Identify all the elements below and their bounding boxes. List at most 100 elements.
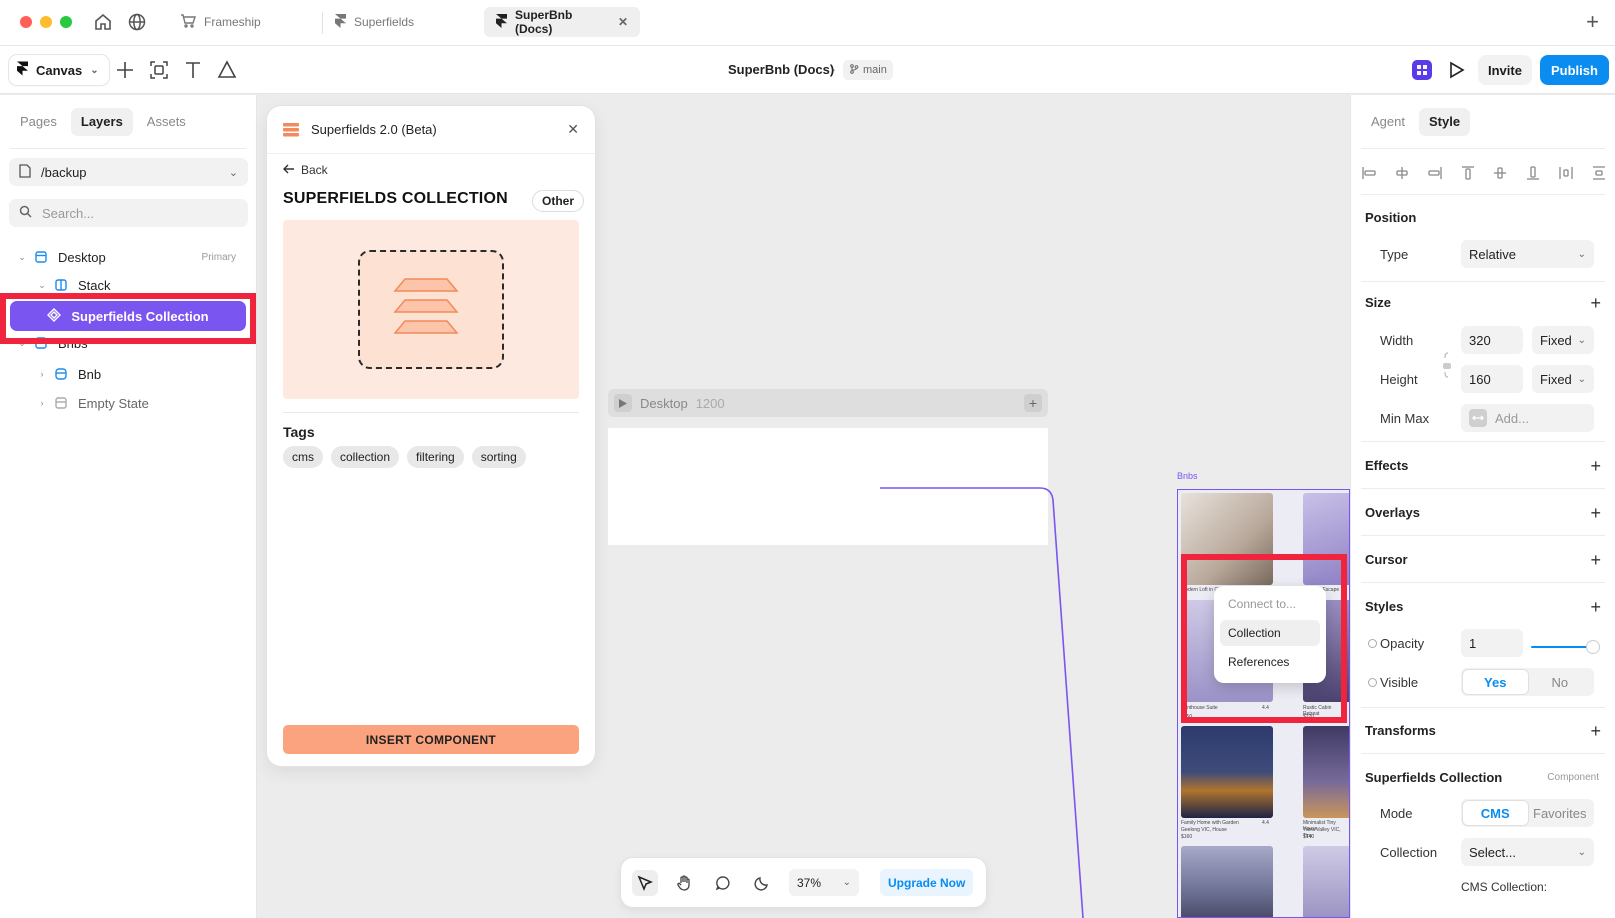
mode-cms[interactable]: CMS bbox=[1463, 801, 1528, 825]
connector-line bbox=[880, 487, 1084, 918]
insert-component-button[interactable]: INSERT COMPONENT bbox=[283, 725, 579, 754]
home-icon[interactable] bbox=[93, 12, 113, 32]
layer-label: Bnb bbox=[78, 366, 102, 382]
distribute-v-icon[interactable] bbox=[1591, 165, 1607, 181]
close-icon[interactable]: ✕ bbox=[567, 121, 579, 138]
new-tab-button[interactable]: + bbox=[1586, 9, 1599, 35]
align-top-icon[interactable] bbox=[1460, 165, 1476, 181]
chevron-right-icon[interactable]: › bbox=[36, 369, 48, 379]
distribute-h-icon[interactable] bbox=[1558, 165, 1574, 181]
listing-image bbox=[1181, 846, 1273, 917]
height-input[interactable]: 160 bbox=[1461, 365, 1523, 393]
tag-chip[interactable]: filtering bbox=[407, 446, 464, 468]
align-center-h-icon[interactable] bbox=[1394, 165, 1410, 181]
plugin-icon[interactable] bbox=[1407, 55, 1437, 85]
add-size-icon[interactable]: + bbox=[1590, 294, 1601, 312]
tag-chip[interactable]: sorting bbox=[471, 446, 526, 468]
window-zoom-button[interactable] bbox=[60, 16, 72, 28]
tab-style[interactable]: Style bbox=[1418, 108, 1471, 136]
minmax-input[interactable]: Add... bbox=[1461, 404, 1594, 432]
opacity-input[interactable]: 1 bbox=[1461, 629, 1523, 657]
layer-desktop[interactable]: ⌄ Desktop Primary bbox=[0, 245, 256, 269]
slider-knob[interactable] bbox=[1587, 641, 1599, 653]
frame-name: Desktop bbox=[640, 395, 688, 411]
close-tab-icon[interactable]: ✕ bbox=[618, 15, 628, 29]
transforms-heading: Transforms bbox=[1365, 723, 1436, 738]
chevron-right-icon[interactable]: › bbox=[36, 398, 48, 408]
layer-empty-state[interactable]: › Empty State bbox=[0, 391, 256, 415]
globe-icon[interactable] bbox=[127, 12, 147, 32]
shape-tool-icon[interactable] bbox=[216, 59, 238, 81]
insert-plus-icon[interactable] bbox=[114, 59, 136, 81]
frame-tool-icon[interactable] bbox=[148, 59, 170, 81]
publish-button[interactable]: Publish bbox=[1540, 55, 1609, 85]
hand-tool-icon[interactable] bbox=[671, 870, 697, 896]
text-tool-icon[interactable] bbox=[182, 59, 204, 81]
zoom-select[interactable]: 37% ⌄ bbox=[789, 869, 859, 896]
add-effect-icon[interactable]: + bbox=[1590, 457, 1601, 475]
page-selector[interactable]: /backup ⌄ bbox=[9, 158, 248, 186]
listing-image bbox=[1181, 726, 1273, 818]
add-overlay-icon[interactable]: + bbox=[1590, 504, 1601, 522]
comment-tool-icon[interactable] bbox=[710, 870, 736, 896]
document-title[interactable]: SuperBnb (Docs) bbox=[728, 62, 834, 77]
browser-tab-superbnb-docs[interactable]: SuperBnb (Docs) ✕ bbox=[484, 7, 640, 37]
window-minimize-button[interactable] bbox=[40, 16, 52, 28]
variable-dot-icon[interactable] bbox=[1368, 639, 1377, 648]
collection-select[interactable]: Select... ⌄ bbox=[1461, 838, 1594, 866]
tab-pages[interactable]: Pages bbox=[10, 108, 67, 136]
aspect-lock-icon[interactable] bbox=[1442, 351, 1452, 379]
browser-tab-frameship[interactable]: Frameship bbox=[168, 7, 273, 37]
moon-icon[interactable] bbox=[749, 870, 775, 896]
back-button[interactable]: Back bbox=[283, 163, 328, 177]
visible-no[interactable]: No bbox=[1528, 670, 1593, 694]
invite-button[interactable]: Invite bbox=[1478, 55, 1532, 85]
add-breakpoint-icon[interactable]: + bbox=[1024, 394, 1042, 412]
canvas-mode-button[interactable]: Canvas ⌄ bbox=[9, 55, 109, 85]
component-heading: Superfields Collection bbox=[1365, 770, 1503, 785]
visible-label: Visible bbox=[1380, 675, 1419, 690]
window-close-button[interactable] bbox=[20, 16, 32, 28]
variable-dot-icon[interactable] bbox=[1368, 678, 1377, 687]
overlays-heading: Overlays bbox=[1365, 505, 1420, 520]
select-tool-icon[interactable] bbox=[632, 870, 658, 896]
search-input[interactable] bbox=[42, 205, 222, 221]
width-mode-select[interactable]: Fixed ⌄ bbox=[1532, 326, 1594, 354]
chevron-down-icon[interactable]: ⌄ bbox=[16, 252, 28, 263]
chevron-down-icon[interactable]: ⌄ bbox=[36, 280, 48, 291]
zoom-value: 37% bbox=[797, 875, 822, 890]
category-badge: Other bbox=[532, 190, 585, 212]
desktop-frame-header[interactable]: Desktop 1200 + bbox=[608, 389, 1048, 417]
layer-bnb[interactable]: › Bnb bbox=[0, 362, 256, 386]
align-bottom-icon[interactable] bbox=[1525, 165, 1541, 181]
preview-play-icon[interactable] bbox=[1441, 55, 1471, 85]
visible-yes[interactable]: Yes bbox=[1463, 670, 1528, 694]
tab-label: SuperBnb (Docs) bbox=[515, 8, 573, 36]
chevron-down-icon: ⌄ bbox=[1577, 373, 1586, 385]
cart-icon bbox=[180, 13, 196, 31]
add-cursor-icon[interactable]: + bbox=[1590, 551, 1601, 569]
browser-tab-superfields[interactable]: Superfields bbox=[323, 7, 426, 37]
tag-chip[interactable]: collection bbox=[331, 446, 400, 468]
framer-logo-icon bbox=[496, 13, 507, 31]
align-left-icon[interactable] bbox=[1361, 165, 1377, 181]
tab-agent[interactable]: Agent bbox=[1361, 108, 1415, 136]
tab-assets[interactable]: Assets bbox=[137, 108, 196, 136]
add-style-icon[interactable]: + bbox=[1590, 598, 1601, 616]
position-type-select[interactable]: Relative ⌄ bbox=[1461, 240, 1594, 268]
height-mode-select[interactable]: Fixed ⌄ bbox=[1532, 365, 1594, 393]
width-value: 320 bbox=[1469, 332, 1491, 348]
add-transform-icon[interactable]: + bbox=[1590, 722, 1601, 740]
collection-value: Select... bbox=[1469, 844, 1516, 860]
align-right-icon[interactable] bbox=[1427, 165, 1443, 181]
play-icon[interactable] bbox=[614, 394, 632, 412]
branch-badge[interactable]: main bbox=[843, 60, 893, 80]
tab-layers[interactable]: Layers bbox=[70, 108, 133, 136]
position-type-value: Relative bbox=[1469, 246, 1516, 262]
upgrade-now-button[interactable]: Upgrade Now bbox=[880, 869, 974, 896]
width-input[interactable]: 320 bbox=[1461, 326, 1523, 354]
mode-favorites[interactable]: Favorites bbox=[1528, 801, 1593, 825]
opacity-slider[interactable] bbox=[1531, 641, 1599, 653]
tag-chip[interactable]: cms bbox=[283, 446, 323, 468]
align-middle-icon[interactable] bbox=[1492, 165, 1508, 181]
